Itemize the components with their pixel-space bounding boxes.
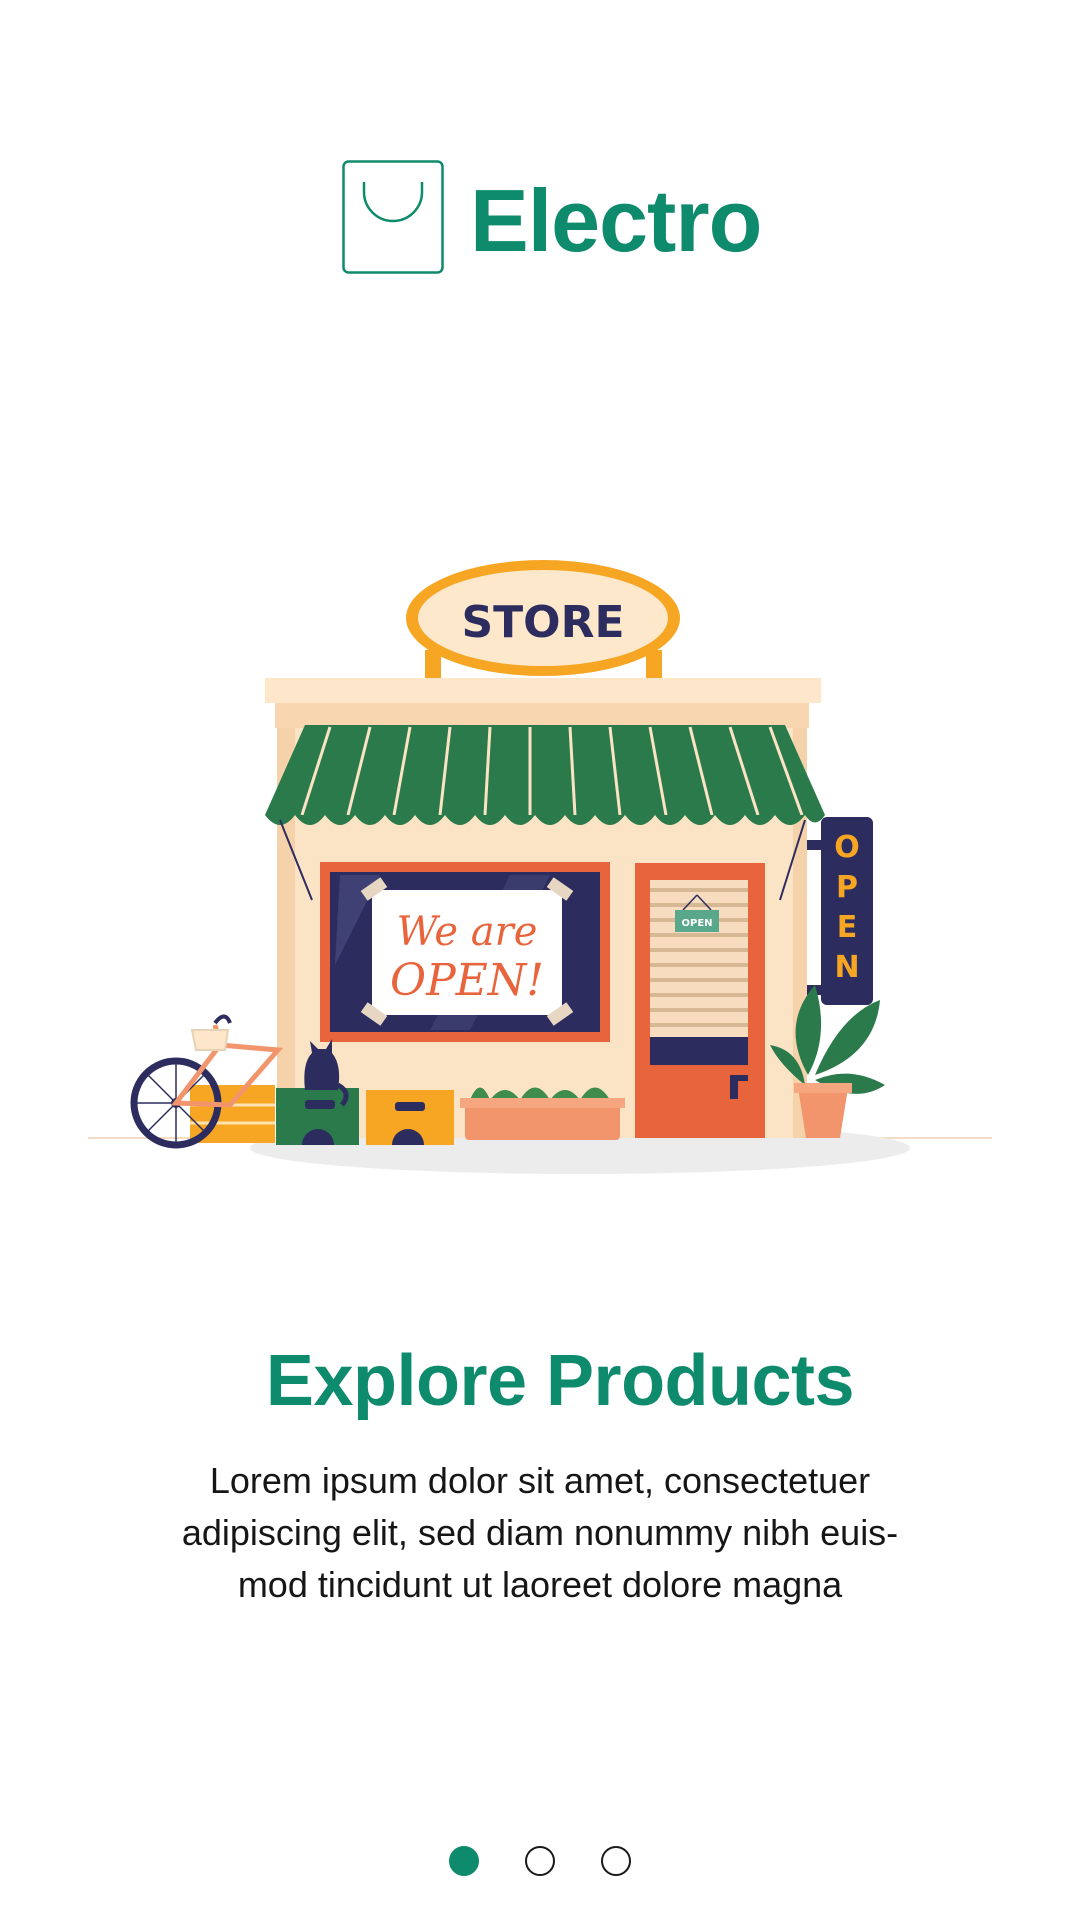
planter-box [460, 1087, 625, 1140]
open-letter-1: O [834, 830, 860, 865]
page-dot-3[interactable] [601, 1846, 631, 1876]
onboarding-description: Lorem ipsum dolor sit amet, consectetuer… [181, 1460, 899, 1605]
brand-name: Electro [470, 171, 762, 270]
door-sign-text: OPEN [681, 918, 712, 929]
shopping-bag-icon [342, 160, 444, 274]
open-letter-2: P [836, 870, 858, 905]
page-dot-2[interactable] [525, 1846, 555, 1876]
shop-door: OPEN [635, 863, 765, 1138]
page-indicator [0, 1846, 1080, 1876]
window-poster-line1: We are [397, 909, 538, 955]
store-sign-text: STORE [461, 597, 624, 648]
hanging-open-sign: O P E N [807, 817, 873, 1005]
store-illustration: STORE We are OPEN! OPEN O P E N [88, 560, 992, 1174]
open-letter-4: N [834, 950, 859, 985]
open-letter-3: E [837, 910, 858, 945]
crates [190, 1085, 454, 1145]
onboarding-title: Explore Products [265, 1341, 855, 1421]
window-poster-line2: OPEN! [390, 955, 544, 1006]
store-sign: STORE [406, 560, 680, 680]
app-logo: Electro [342, 160, 762, 274]
shop-window: We are OPEN! [320, 862, 610, 1042]
page-dot-1[interactable] [449, 1846, 479, 1876]
